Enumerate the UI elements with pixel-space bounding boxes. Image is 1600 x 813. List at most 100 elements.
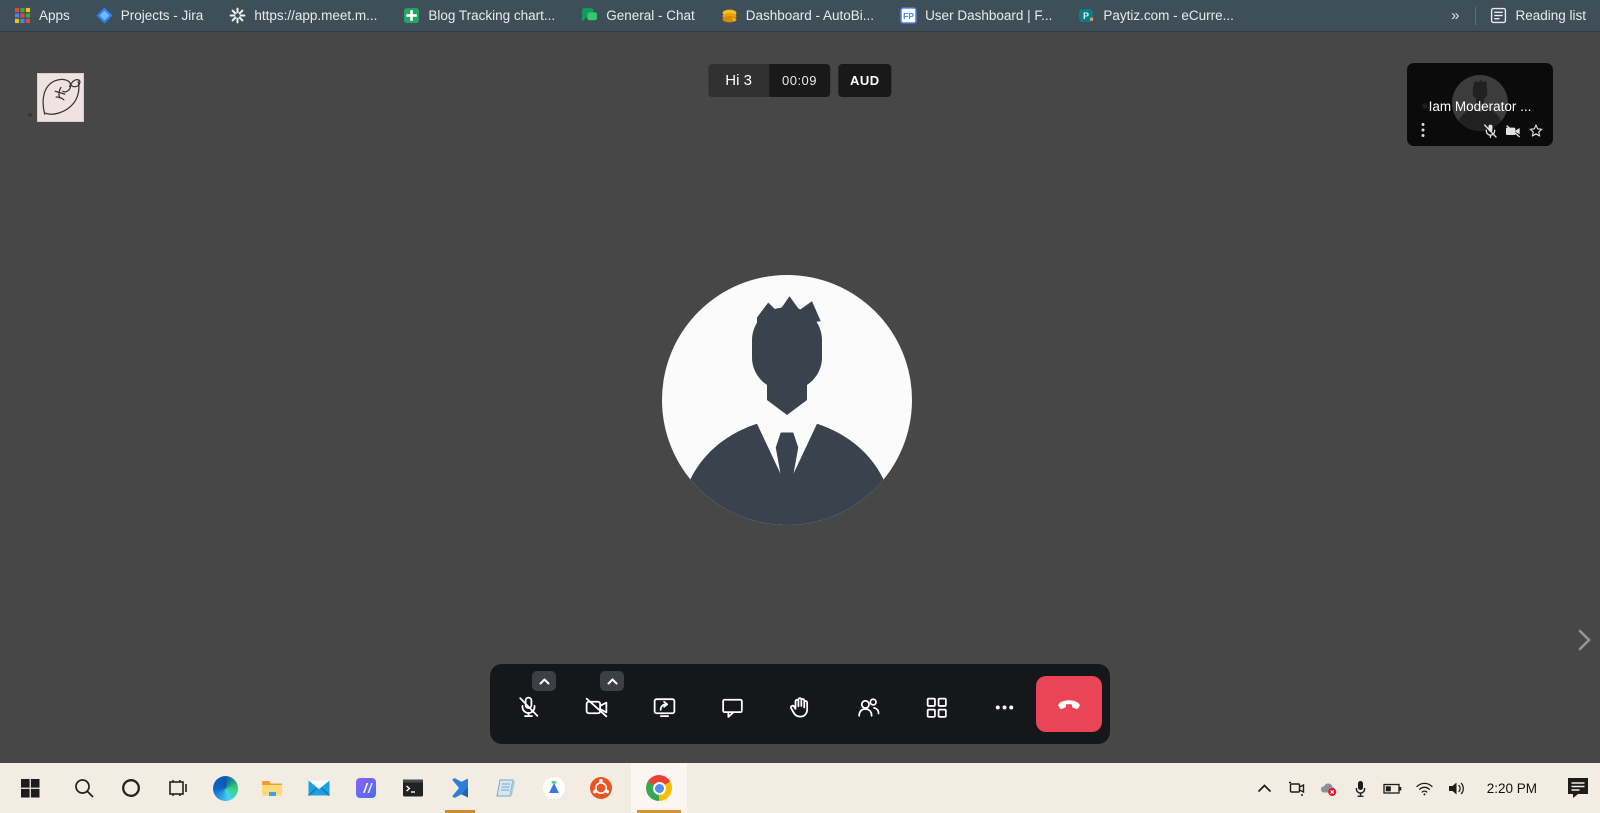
chat-button[interactable] [712, 687, 752, 727]
bookmark-label: Blog Tracking chart... [428, 8, 555, 23]
file-explorer-button[interactable] [255, 763, 289, 813]
edge-icon [213, 776, 238, 801]
svg-text:P: P [1083, 11, 1089, 21]
bookmark-label: General - Chat [606, 8, 695, 23]
chrome-button[interactable] [631, 763, 687, 813]
bookmark-label: https://app.meet.m... [254, 8, 377, 23]
hang-up-button[interactable] [1036, 676, 1102, 732]
terminal-button[interactable] [396, 763, 430, 813]
reading-list-label: Reading list [1515, 8, 1586, 23]
vscode-button[interactable] [443, 763, 477, 813]
bookmark-label: Projects - Jira [121, 8, 204, 23]
task-view-icon [166, 776, 190, 800]
connect-icon[interactable] [1287, 779, 1306, 798]
expand-panel-chevron-icon[interactable] [1575, 627, 1595, 653]
participant-name: Iam Moderator ... [1407, 99, 1553, 114]
more-options-button[interactable] [984, 687, 1024, 727]
speaker-indicator-dot [1422, 103, 1428, 109]
reading-list-button[interactable]: Reading list [1490, 7, 1586, 24]
participants-button[interactable] [848, 687, 888, 727]
camera-options-chevron[interactable] [600, 671, 624, 691]
file-explorer-icon [260, 776, 284, 800]
microphone-mute-button[interactable] [508, 687, 548, 727]
notepad-button[interactable] [490, 763, 524, 813]
hang-up-icon [1054, 689, 1084, 719]
fp-icon: FP [900, 7, 917, 24]
audio-mode-badge[interactable]: AUD [838, 64, 892, 97]
stage-dot [28, 113, 32, 117]
share-screen-icon [651, 694, 678, 721]
camera-off-icon [583, 694, 610, 721]
taskbar-apps [6, 763, 694, 813]
ubuntu-button[interactable] [584, 763, 618, 813]
bookmark-blog-tracking[interactable]: Blog Tracking chart... [403, 7, 555, 24]
tile-view-button[interactable] [916, 687, 956, 727]
bookmark-label: Apps [39, 8, 70, 23]
arm-sketch-image [38, 74, 83, 121]
volume-icon[interactable] [1447, 779, 1466, 798]
raise-hand-icon [787, 694, 814, 721]
camera-toggle-button[interactable] [576, 687, 616, 727]
microphone-tray-icon[interactable] [1351, 779, 1370, 798]
participant-camera-off-icon[interactable] [1505, 123, 1521, 139]
ubuntu-icon [589, 776, 613, 800]
bookmark-dashboard-autobi[interactable]: Dashboard - AutoBi... [721, 7, 874, 24]
windows-taskbar: 2:20 PM [0, 763, 1600, 813]
meeting-stage: Hi 3 00:09 AUD Iam Moderator ... [0, 32, 1600, 763]
notepad-icon [495, 776, 519, 800]
bookmark-app-meet[interactable]: https://app.meet.m... [229, 7, 377, 24]
start-button[interactable] [13, 763, 47, 813]
paytiz-icon: P [1078, 7, 1095, 24]
android-studio-icon [542, 776, 566, 800]
purple-app-icon [354, 776, 378, 800]
participant-tile[interactable]: Iam Moderator ... [1407, 63, 1553, 146]
android-studio-button[interactable] [537, 763, 571, 813]
browser-bookmarks-bar: Apps Projects - Jira https://app.meet.m.… [0, 0, 1600, 32]
self-view-thumbnail[interactable] [37, 73, 84, 122]
snowflake-icon [229, 7, 246, 24]
wifi-icon[interactable] [1415, 779, 1434, 798]
share-screen-button[interactable] [644, 687, 684, 727]
tray-chevron-icon[interactable] [1255, 779, 1274, 798]
toolbar-buttons [508, 681, 1026, 727]
bookmark-general-chat[interactable]: General - Chat [581, 7, 695, 24]
chat-bubbles-icon [581, 7, 598, 24]
participant-mic-muted-icon[interactable] [1482, 123, 1498, 139]
bookmark-label: User Dashboard | F... [925, 8, 1052, 23]
mail-button[interactable] [302, 763, 336, 813]
vscode-icon [448, 776, 472, 800]
participant-menu-icon[interactable] [1417, 122, 1429, 138]
onedrive-error-icon[interactable] [1319, 779, 1338, 798]
bookmarks-divider [1475, 7, 1476, 25]
mail-icon [307, 776, 331, 800]
participant-star-icon[interactable] [1528, 123, 1544, 139]
sheets-icon [403, 7, 420, 24]
taskbar-search-button[interactable] [67, 763, 101, 813]
more-options-icon [991, 694, 1018, 721]
bookmark-user-dashboard[interactable]: FP User Dashboard | F... [900, 7, 1052, 24]
action-center-icon[interactable] [1566, 777, 1590, 799]
apps-grid-icon [14, 7, 31, 24]
microphone-options-chevron[interactable] [532, 671, 556, 691]
bookmarks-overflow-chevron[interactable]: » [1449, 7, 1461, 24]
raise-hand-button[interactable] [780, 687, 820, 727]
bookmark-paytiz[interactable]: P Paytiz.com - eCurre... [1078, 7, 1234, 24]
system-tray: 2:20 PM [1255, 777, 1600, 799]
taskbar-clock[interactable]: 2:20 PM [1487, 781, 1537, 796]
bookmark-apps[interactable]: Apps [14, 7, 70, 24]
microphone-muted-icon [515, 694, 542, 721]
bookmark-projects-jira[interactable]: Projects - Jira [96, 7, 204, 24]
participant-status-icons [1482, 123, 1544, 139]
battery-icon[interactable] [1383, 779, 1402, 798]
task-view-button[interactable] [161, 763, 195, 813]
bookmarks-right-group: » Reading list [1449, 7, 1586, 25]
purple-app-button[interactable] [349, 763, 383, 813]
cortana-button[interactable] [114, 763, 148, 813]
windows-start-icon [18, 776, 42, 800]
bookmark-label: Paytiz.com - eCurre... [1103, 8, 1234, 23]
main-participant-avatar [662, 275, 912, 525]
chat-icon [719, 694, 746, 721]
edge-button[interactable] [208, 763, 242, 813]
meeting-title-pill: Hi 3 00:09 [708, 64, 830, 97]
screen: Apps Projects - Jira https://app.meet.m.… [0, 0, 1600, 813]
